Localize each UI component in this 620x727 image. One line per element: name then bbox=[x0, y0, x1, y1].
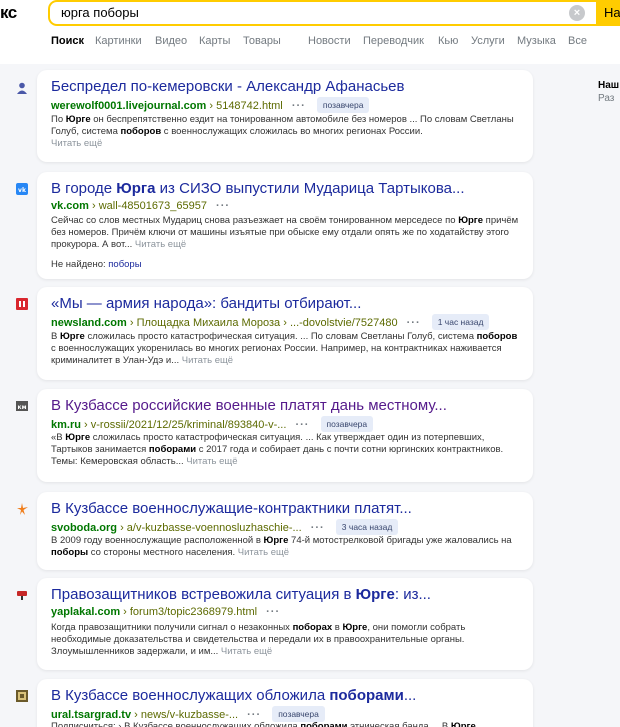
result-domain[interactable]: ural.tsargrad.tv bbox=[51, 709, 131, 721]
result-snippet: Когда правозащитники получили сигнал о н… bbox=[51, 622, 521, 658]
result-url[interactable]: ural.tsargrad.tv › news/v-kuzbasse-... ·… bbox=[51, 706, 521, 722]
result-title-link[interactable]: В Кузбассе военнослужащие-контрактники п… bbox=[51, 500, 521, 518]
snippet-text: Подписчиться: › В Кузбассе военнослужащи… bbox=[51, 721, 476, 727]
tab-news[interactable]: Новости bbox=[308, 35, 351, 47]
tab-translator[interactable]: Переводчик bbox=[363, 35, 424, 47]
search-result: «Мы — армия народа»: бандиты отбирают...… bbox=[37, 287, 533, 380]
result-url[interactable]: svoboda.org › a/v-kuzbasse-voennosluzhas… bbox=[51, 519, 521, 535]
result-snippet: По Юрге он беспрепятственно ездит на тон… bbox=[51, 114, 521, 150]
result-title-link[interactable]: В городе Юрга из СИЗО выпустили Мударица… bbox=[51, 180, 521, 198]
yandex-logo[interactable]: кс bbox=[0, 3, 17, 23]
snippet-text: В Юрге сложилась просто катастрофическая… bbox=[51, 331, 518, 366]
search-input[interactable]: юрга поборы bbox=[61, 5, 139, 20]
read-more-link[interactable]: Читать ещё bbox=[182, 355, 233, 366]
snippet-text: «В Юрге сложилась просто катастрофическа… bbox=[51, 432, 504, 467]
search-result: В городе Юрга из СИЗО выпустили Мударица… bbox=[37, 172, 533, 279]
tab-video[interactable]: Видео bbox=[155, 35, 187, 47]
not-found-word-link[interactable]: поборы bbox=[108, 259, 141, 270]
more-options-icon[interactable]: ··· bbox=[266, 606, 280, 618]
result-url[interactable]: vk.com › wall-48501673_65957 ··· bbox=[51, 199, 521, 213]
result-path[interactable]: › a/v-kuzbasse-voennosluzhaschie-... bbox=[120, 522, 302, 534]
result-path[interactable]: › news/v-kuzbasse-... bbox=[134, 709, 238, 721]
result-path[interactable]: › forum3/topic2368979.html bbox=[123, 606, 257, 618]
snippet-text: Сейчас со слов местных Мудариц снова раз… bbox=[51, 215, 519, 250]
sidebar-subtitle[interactable]: Раз bbox=[598, 93, 614, 104]
read-more-link[interactable]: Читать ещё bbox=[221, 646, 272, 657]
result-snippet: Сейчас со слов местных Мудариц снова раз… bbox=[51, 215, 521, 251]
result-title-link[interactable]: В Кузбассе российские военные платят дан… bbox=[51, 397, 521, 415]
search-box[interactable]: юрга поборы × bbox=[48, 0, 596, 26]
result-domain[interactable]: werewolf0001.livejournal.com bbox=[51, 100, 206, 112]
search-result: Беспредел по-кемеровски - Александр Афан… bbox=[37, 70, 533, 162]
search-result: В Кузбассе военнослужащие-контрактники п… bbox=[37, 492, 533, 570]
tab-music[interactable]: Музыка bbox=[517, 35, 556, 47]
svg-text:км: км bbox=[18, 404, 27, 411]
not-found-note: Не найдено: поборы bbox=[51, 259, 142, 270]
result-path[interactable]: › wall-48501673_65957 bbox=[92, 200, 207, 212]
result-path[interactable]: › 5148742.html bbox=[209, 100, 282, 112]
more-options-icon[interactable]: ··· bbox=[295, 419, 309, 431]
more-options-icon[interactable]: ··· bbox=[311, 522, 325, 534]
read-more-link[interactable]: Читать ещё bbox=[51, 138, 102, 149]
result-url[interactable]: newsland.com › Площадка Михаила Мороза ›… bbox=[51, 314, 521, 330]
clear-icon[interactable]: × bbox=[569, 5, 585, 21]
result-snippet: Подписчиться: › В Кузбассе военнослужащи… bbox=[51, 721, 521, 727]
km-icon: км bbox=[16, 401, 28, 411]
tab-all[interactable]: Все bbox=[568, 35, 587, 47]
tsargrad-icon bbox=[16, 690, 28, 702]
result-path[interactable]: › v-rossii/2021/12/25/kriminal/893840-v-… bbox=[84, 419, 286, 431]
result-domain[interactable]: svoboda.org bbox=[51, 522, 117, 534]
search-result: В Кузбассе российские военные платят дан… bbox=[37, 389, 533, 482]
person-icon bbox=[17, 82, 27, 94]
svg-text:vk: vk bbox=[18, 187, 27, 194]
result-title-link[interactable]: Беспредел по-кемеровски - Александр Афан… bbox=[51, 78, 521, 96]
tab-q[interactable]: Кью bbox=[438, 35, 458, 47]
svoboda-icon bbox=[17, 503, 28, 515]
tab-search[interactable]: Поиск bbox=[51, 35, 84, 47]
read-more-link[interactable]: Читать ещё bbox=[135, 239, 186, 250]
result-path[interactable]: › Площадка Михаила Мороза › ...-dovolstv… bbox=[130, 317, 398, 329]
not-found-label: Не найдено: bbox=[51, 259, 106, 270]
search-result: Правозащитников встревожила ситуация в Ю… bbox=[37, 578, 533, 670]
result-snippet: «В Юрге сложилась просто катастрофическа… bbox=[51, 432, 521, 468]
more-options-icon[interactable]: ··· bbox=[407, 317, 421, 329]
time-badge: 1 час назад bbox=[431, 314, 490, 330]
time-badge: позавчера bbox=[320, 416, 374, 432]
time-badge: 3 часа назад bbox=[335, 519, 399, 535]
vk-icon: vk bbox=[16, 183, 28, 195]
result-domain[interactable]: newsland.com bbox=[51, 317, 127, 329]
result-url[interactable]: werewolf0001.livejournal.com › 5148742.h… bbox=[51, 97, 521, 113]
result-url[interactable]: yaplakal.com › forum3/topic2368979.html … bbox=[51, 605, 521, 619]
sidebar-title: Наш bbox=[598, 80, 620, 91]
snippet-text: По Юрге он беспрепятственно ездит на тон… bbox=[51, 114, 514, 137]
find-button[interactable]: На bbox=[596, 0, 620, 26]
tab-images[interactable]: Картинки bbox=[95, 35, 142, 47]
more-options-icon[interactable]: ··· bbox=[216, 200, 230, 212]
read-more-link[interactable]: Читать ещё bbox=[186, 456, 237, 467]
result-snippet: В 2009 году военнослужащие расположенной… bbox=[51, 535, 521, 559]
time-badge: позавчера bbox=[272, 706, 325, 722]
result-domain[interactable]: vk.com bbox=[51, 200, 89, 212]
more-options-icon[interactable]: ··· bbox=[247, 709, 261, 721]
header: кс юрга поборы × На Поиск Картинки Видео… bbox=[0, 0, 620, 64]
tab-products[interactable]: Товары bbox=[243, 35, 281, 47]
newsland-icon bbox=[16, 298, 28, 310]
yaplakal-icon bbox=[17, 591, 27, 600]
result-snippet: В Юрге сложилась просто катастрофическая… bbox=[51, 331, 521, 367]
result-title-link[interactable]: «Мы — армия народа»: бандиты отбирают... bbox=[51, 295, 521, 313]
result-title-link[interactable]: Правозащитников встревожила ситуация в Ю… bbox=[51, 586, 521, 604]
read-more-link[interactable]: Читать ещё bbox=[238, 547, 289, 558]
tab-maps[interactable]: Карты bbox=[199, 35, 230, 47]
result-domain[interactable]: km.ru bbox=[51, 419, 81, 431]
result-domain[interactable]: yaplakal.com bbox=[51, 606, 120, 618]
result-url[interactable]: km.ru › v-rossii/2021/12/25/kriminal/893… bbox=[51, 416, 521, 432]
tab-services[interactable]: Услуги bbox=[471, 35, 505, 47]
time-badge: позавчера bbox=[316, 97, 370, 113]
search-result: В Кузбассе военнослужащих обложила побор… bbox=[37, 679, 533, 727]
result-title-link[interactable]: В Кузбассе военнослужащих обложила побор… bbox=[51, 687, 521, 705]
more-options-icon[interactable]: ··· bbox=[292, 100, 306, 112]
